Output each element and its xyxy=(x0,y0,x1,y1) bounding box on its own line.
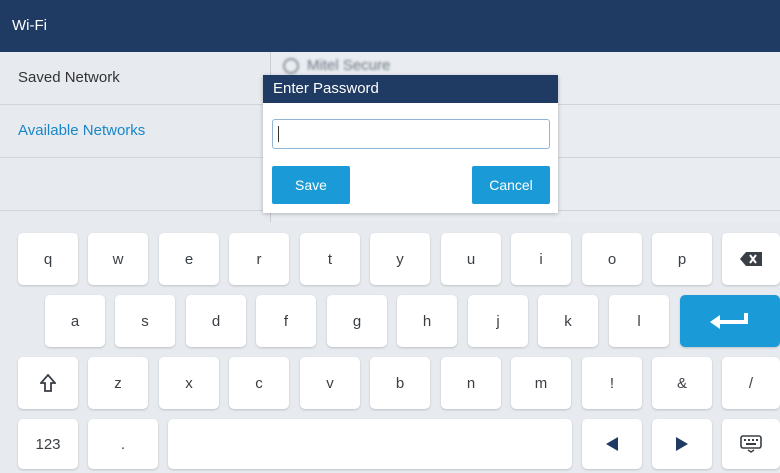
text-cursor xyxy=(278,126,279,142)
right-arrow-icon xyxy=(676,437,688,451)
keyboard-icon xyxy=(740,435,762,453)
space-key[interactable] xyxy=(168,419,572,469)
key-ampersand[interactable]: & xyxy=(652,357,712,409)
key-n[interactable]: n xyxy=(441,357,501,409)
cancel-button[interactable]: Cancel xyxy=(472,166,550,204)
key-t[interactable]: t xyxy=(300,233,360,285)
shift-icon xyxy=(40,374,56,392)
key-c[interactable]: c xyxy=(229,357,289,409)
sidebar-item-saved-network[interactable]: Saved Network xyxy=(0,52,270,105)
radio-icon xyxy=(283,58,299,75)
key-h[interactable]: h xyxy=(397,295,457,347)
backspace-key[interactable] xyxy=(722,233,780,285)
left-arrow-icon xyxy=(606,437,618,451)
key-slash[interactable]: / xyxy=(722,357,780,409)
key-k[interactable]: k xyxy=(538,295,598,347)
key-d[interactable]: d xyxy=(186,295,246,347)
save-button[interactable]: Save xyxy=(272,166,350,204)
key-f[interactable]: f xyxy=(256,295,316,347)
key-i[interactable]: i xyxy=(511,233,571,285)
backspace-icon xyxy=(740,252,762,266)
key-w[interactable]: w xyxy=(88,233,148,285)
window-title: Wi-Fi xyxy=(0,0,780,52)
numbers-key[interactable]: 123 xyxy=(18,419,78,469)
key-l[interactable]: l xyxy=(609,295,669,347)
network-name-peek: Mitel Secure xyxy=(283,57,391,75)
sidebar-item-empty xyxy=(0,158,270,211)
key-y[interactable]: y xyxy=(370,233,430,285)
key-q[interactable]: q xyxy=(18,233,78,285)
key-m[interactable]: m xyxy=(511,357,571,409)
key-u[interactable]: u xyxy=(441,233,501,285)
dialog-title: Enter Password xyxy=(263,75,558,103)
enter-icon xyxy=(710,313,748,329)
key-e[interactable]: e xyxy=(159,233,219,285)
sidebar: Saved Network Available Networks xyxy=(0,52,270,222)
key-period[interactable]: . xyxy=(88,419,158,469)
key-p[interactable]: p xyxy=(652,233,712,285)
network-name: Mitel Secure xyxy=(307,57,391,74)
shift-key[interactable] xyxy=(18,357,78,409)
key-exclamation[interactable]: ! xyxy=(582,357,642,409)
hide-keyboard-key[interactable] xyxy=(722,419,780,469)
key-b[interactable]: b xyxy=(370,357,430,409)
key-x[interactable]: x xyxy=(159,357,219,409)
key-v[interactable]: v xyxy=(300,357,360,409)
key-s[interactable]: s xyxy=(115,295,175,347)
key-r[interactable]: r xyxy=(229,233,289,285)
on-screen-keyboard: q w e r t y u i o p a s d f g h j k l z … xyxy=(0,222,780,473)
key-j[interactable]: j xyxy=(468,295,528,347)
key-g[interactable]: g xyxy=(327,295,387,347)
sidebar-item-available-networks[interactable]: Available Networks xyxy=(0,105,270,158)
enter-key[interactable] xyxy=(680,295,780,347)
key-z[interactable]: z xyxy=(88,357,148,409)
key-o[interactable]: o xyxy=(582,233,642,285)
password-input[interactable] xyxy=(272,119,550,149)
cursor-left-key[interactable] xyxy=(582,419,642,469)
cursor-right-key[interactable] xyxy=(652,419,712,469)
password-dialog: Enter Password Save Cancel xyxy=(263,75,558,213)
key-a[interactable]: a xyxy=(45,295,105,347)
